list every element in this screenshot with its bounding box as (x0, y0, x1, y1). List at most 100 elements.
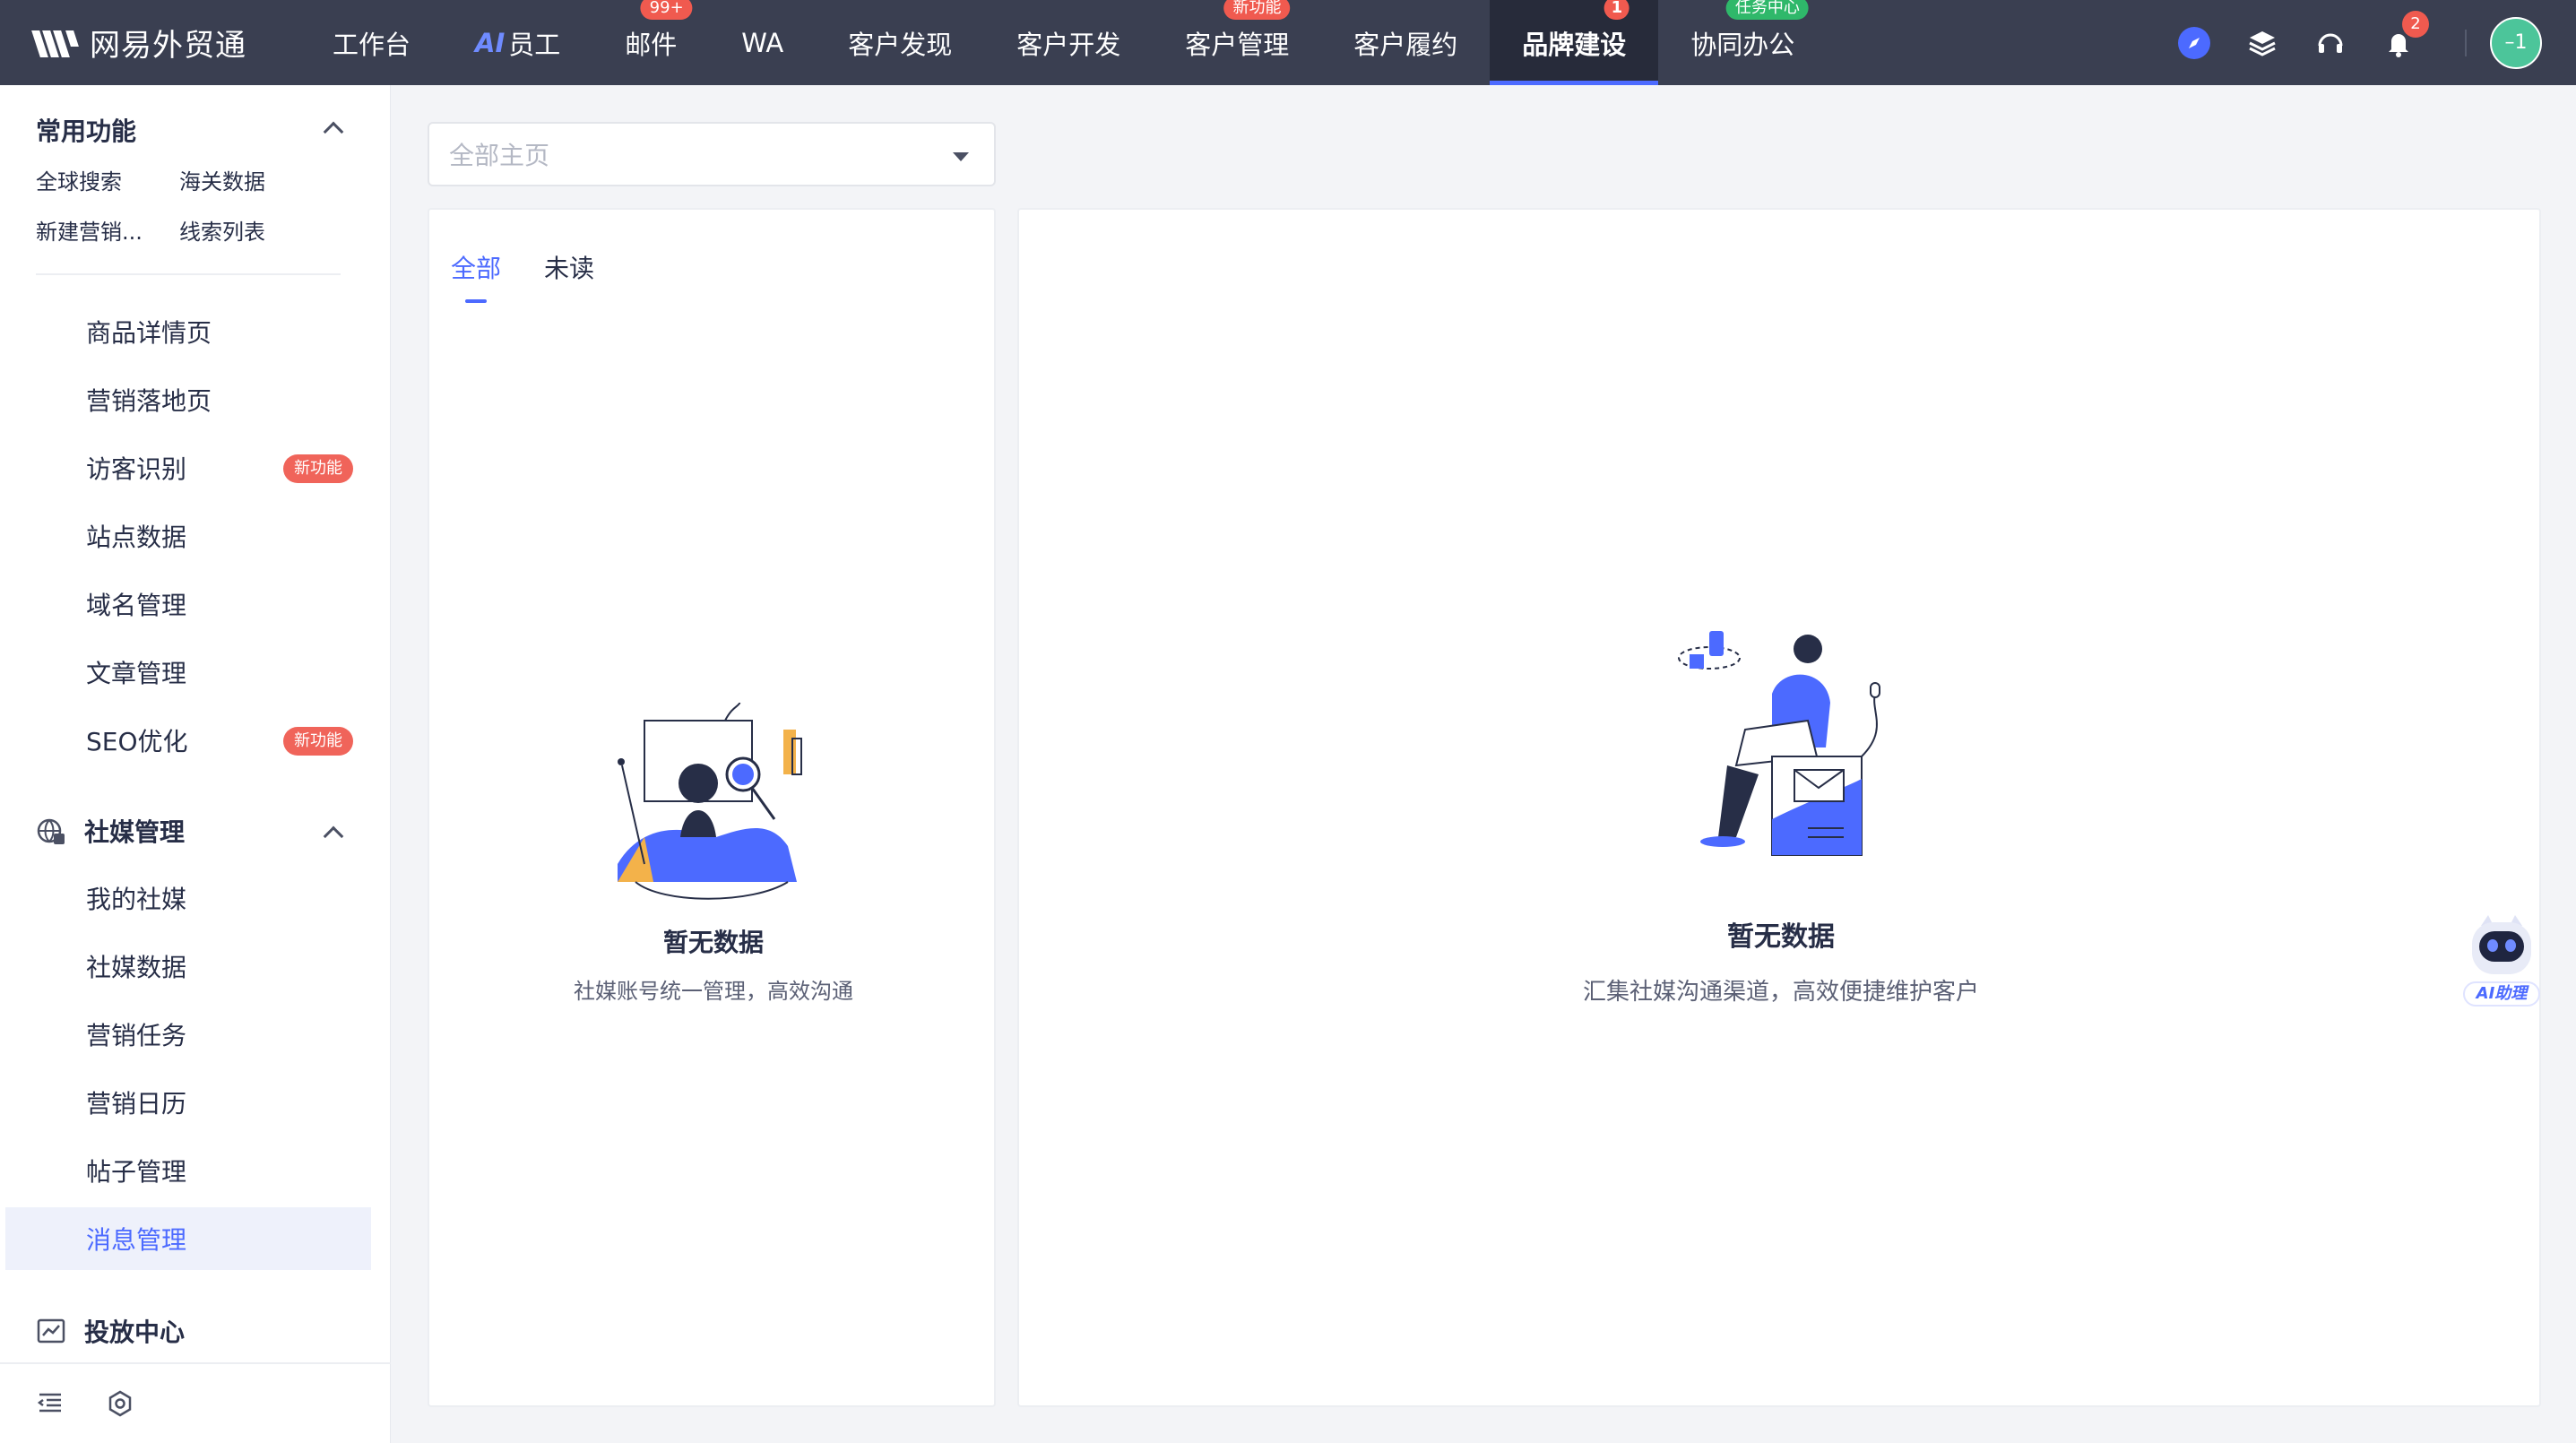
settings-icon[interactable] (106, 1389, 134, 1418)
ai-assistant-button[interactable]: AI助理 (2461, 910, 2542, 1008)
sidebar-item-label: 商品详情页 (86, 318, 212, 348)
empty-state-illustration (618, 703, 802, 900)
nav-label: 客户管理 (1185, 29, 1290, 60)
nav-label: 客户开发 (1016, 29, 1121, 60)
sidebar-item-label: 消息管理 (86, 1225, 187, 1255)
app-logo[interactable]: 网易外贸通 (31, 21, 246, 65)
sidebar-item-domain-management[interactable]: 域名管理 (5, 573, 371, 635)
nav-label: 客户履约 (1353, 29, 1458, 60)
sidebar-item-label: 营销任务 (86, 1021, 187, 1050)
bell-icon[interactable]: 2 (2381, 10, 2429, 61)
sidebar: 常用功能 全球搜索 海关数据 新建营销... 线索列表 商品详情页 营销落地页 … (0, 85, 391, 1443)
sidebar-item-my-social[interactable]: 我的社媒 (5, 867, 371, 929)
nav-item-customer-development[interactable]: 客户开发 (984, 0, 1153, 85)
quick-link-new-marketing[interactable]: 新建营销... (36, 214, 143, 246)
section-title: 社媒管理 (84, 817, 186, 847)
sidebar-item-message-management[interactable]: 消息管理 (5, 1207, 371, 1270)
chart-icon (37, 1318, 65, 1344)
divider (2465, 29, 2467, 56)
page-selector[interactable]: 全部主页 (428, 122, 996, 186)
common-functions-header[interactable]: 常用功能 (36, 112, 136, 148)
robot-icon (2472, 915, 2531, 974)
nav-item-customer-discovery[interactable]: 客户发现 (816, 0, 984, 85)
top-right-actions: 2 –1 (2160, 0, 2576, 85)
quick-link-lead-list[interactable]: 线索列表 (179, 214, 265, 246)
collapse-menu-icon[interactable] (36, 1389, 65, 1418)
sidebar-item-marketing-tasks[interactable]: 营销任务 (5, 1003, 371, 1066)
headset-icon[interactable] (2312, 25, 2348, 61)
page-selector-placeholder: 全部主页 (449, 141, 550, 170)
tab-all[interactable]: 全部 (451, 249, 501, 303)
sidebar-item-label: 域名管理 (86, 591, 187, 620)
new-feature-badge: 新功能 (1223, 0, 1291, 20)
main-nav: 工作台 AI 员工 邮件 99+ WA 客户发现 客户开发 客户管理 新功能 客户履约… (300, 0, 1827, 85)
sidebar-item-label: 访客识别 (86, 454, 187, 484)
logo-text: 网易外贸通 (90, 28, 246, 64)
sidebar-item-marketing-calendar[interactable]: 营销日历 (5, 1071, 371, 1134)
sidebar-footer (0, 1362, 391, 1443)
sidebar-item-site-data[interactable]: 站点数据 (5, 505, 371, 567)
sidebar-item-label: 我的社媒 (86, 885, 187, 914)
sidebar-item-label: 站点数据 (86, 523, 187, 552)
layers-icon[interactable] (2244, 25, 2280, 61)
sidebar-item-label: 营销日历 (86, 1089, 187, 1119)
sidebar-item-label: 社媒数据 (86, 953, 187, 982)
sidebar-item-social-data[interactable]: 社媒数据 (5, 935, 371, 998)
sidebar-item-article-management[interactable]: 文章管理 (5, 641, 371, 704)
new-feature-tag: 新功能 (283, 727, 353, 756)
ad-center-header[interactable]: 投放中心 (36, 1313, 185, 1349)
social-media-header[interactable]: 社媒管理 (36, 813, 185, 849)
sidebar-item-label: 文章管理 (86, 659, 187, 688)
nav-label: 协同办公 (1690, 29, 1795, 60)
nav-item-ai-staff[interactable]: AI 员工 (443, 0, 592, 85)
quick-link-global-search[interactable]: 全球搜索 (36, 164, 122, 195)
nav-item-workbench[interactable]: 工作台 (300, 0, 443, 85)
conversation-list-panel: 全部 未读 暂无数据 社媒账号统一管理，高效沟通 (428, 208, 996, 1407)
nav-label: 品牌建设 (1522, 29, 1627, 60)
ai-assistant-label: AI助理 (2463, 981, 2540, 1007)
chat-detail-panel: 暂无数据 汇集社媒沟通渠道，高效便捷维护客户 (1017, 208, 2541, 1407)
new-feature-tag: 新功能 (283, 454, 353, 483)
nav-label: 工作台 (333, 29, 411, 60)
compass-icon[interactable] (2176, 25, 2212, 61)
divider (36, 273, 341, 275)
sidebar-item-visitor-identification[interactable]: 访客识别 新功能 (5, 436, 371, 499)
nav-item-collaboration[interactable]: 协同办公 任务中心 (1658, 0, 1827, 85)
chevron-up-icon[interactable] (323, 825, 344, 847)
ai-prefix: AI (475, 27, 506, 58)
top-navigation: 网易外贸通 工作台 AI 员工 邮件 99+ WA 客户发现 客户开发 客户管理 新功… (0, 0, 2576, 85)
sidebar-item-label: 营销落地页 (86, 386, 212, 416)
nav-item-customer-management[interactable]: 客户管理 新功能 (1153, 0, 1321, 85)
nav-label: 邮件 (625, 29, 678, 60)
quick-link-customs-data[interactable]: 海关数据 (179, 164, 265, 195)
empty-state-subtitle: 社媒账号统一管理，高效沟通 (574, 979, 853, 1004)
brand-count-badge: 1 (1604, 0, 1629, 20)
empty-state-title: 暂无数据 (1727, 921, 1835, 953)
nav-label: 客户发现 (848, 29, 953, 60)
nav-label: 员工 (508, 29, 561, 60)
empty-state-title: 暂无数据 (662, 928, 764, 957)
chevron-up-icon[interactable] (323, 121, 344, 143)
notification-count-badge: 2 (2402, 10, 2429, 38)
nav-item-wa[interactable]: WA (709, 0, 816, 85)
sidebar-item-label: SEO优化 (86, 727, 188, 756)
mail-count-badge: 99+ (640, 0, 693, 20)
task-center-badge: 任务中心 (1725, 0, 1809, 20)
nav-item-brand-building[interactable]: 品牌建设 1 (1490, 0, 1659, 85)
message-tabs: 全部 未读 (451, 249, 637, 303)
sidebar-item-product-detail[interactable]: 商品详情页 (5, 300, 371, 363)
globe-icon (37, 818, 65, 844)
sidebar-item-seo[interactable]: SEO优化 新功能 (5, 709, 371, 772)
user-avatar[interactable]: –1 (2490, 16, 2542, 69)
sidebar-item-post-management[interactable]: 帖子管理 (5, 1139, 371, 1202)
nav-item-mail[interactable]: 邮件 99+ (592, 0, 709, 85)
empty-state-subtitle: 汇集社媒沟通渠道，高效便捷维护客户 (1582, 979, 1979, 1006)
section-title: 投放中心 (84, 1318, 186, 1347)
caret-down-icon (953, 152, 969, 161)
nav-label: WA (741, 27, 784, 58)
sidebar-item-landing-page[interactable]: 营销落地页 (5, 368, 371, 431)
empty-state-illustration (1678, 631, 1880, 856)
sidebar-item-label: 帖子管理 (86, 1157, 187, 1187)
tab-unread[interactable]: 未读 (544, 249, 594, 285)
nav-item-customer-fulfillment[interactable]: 客户履约 (1321, 0, 1490, 85)
